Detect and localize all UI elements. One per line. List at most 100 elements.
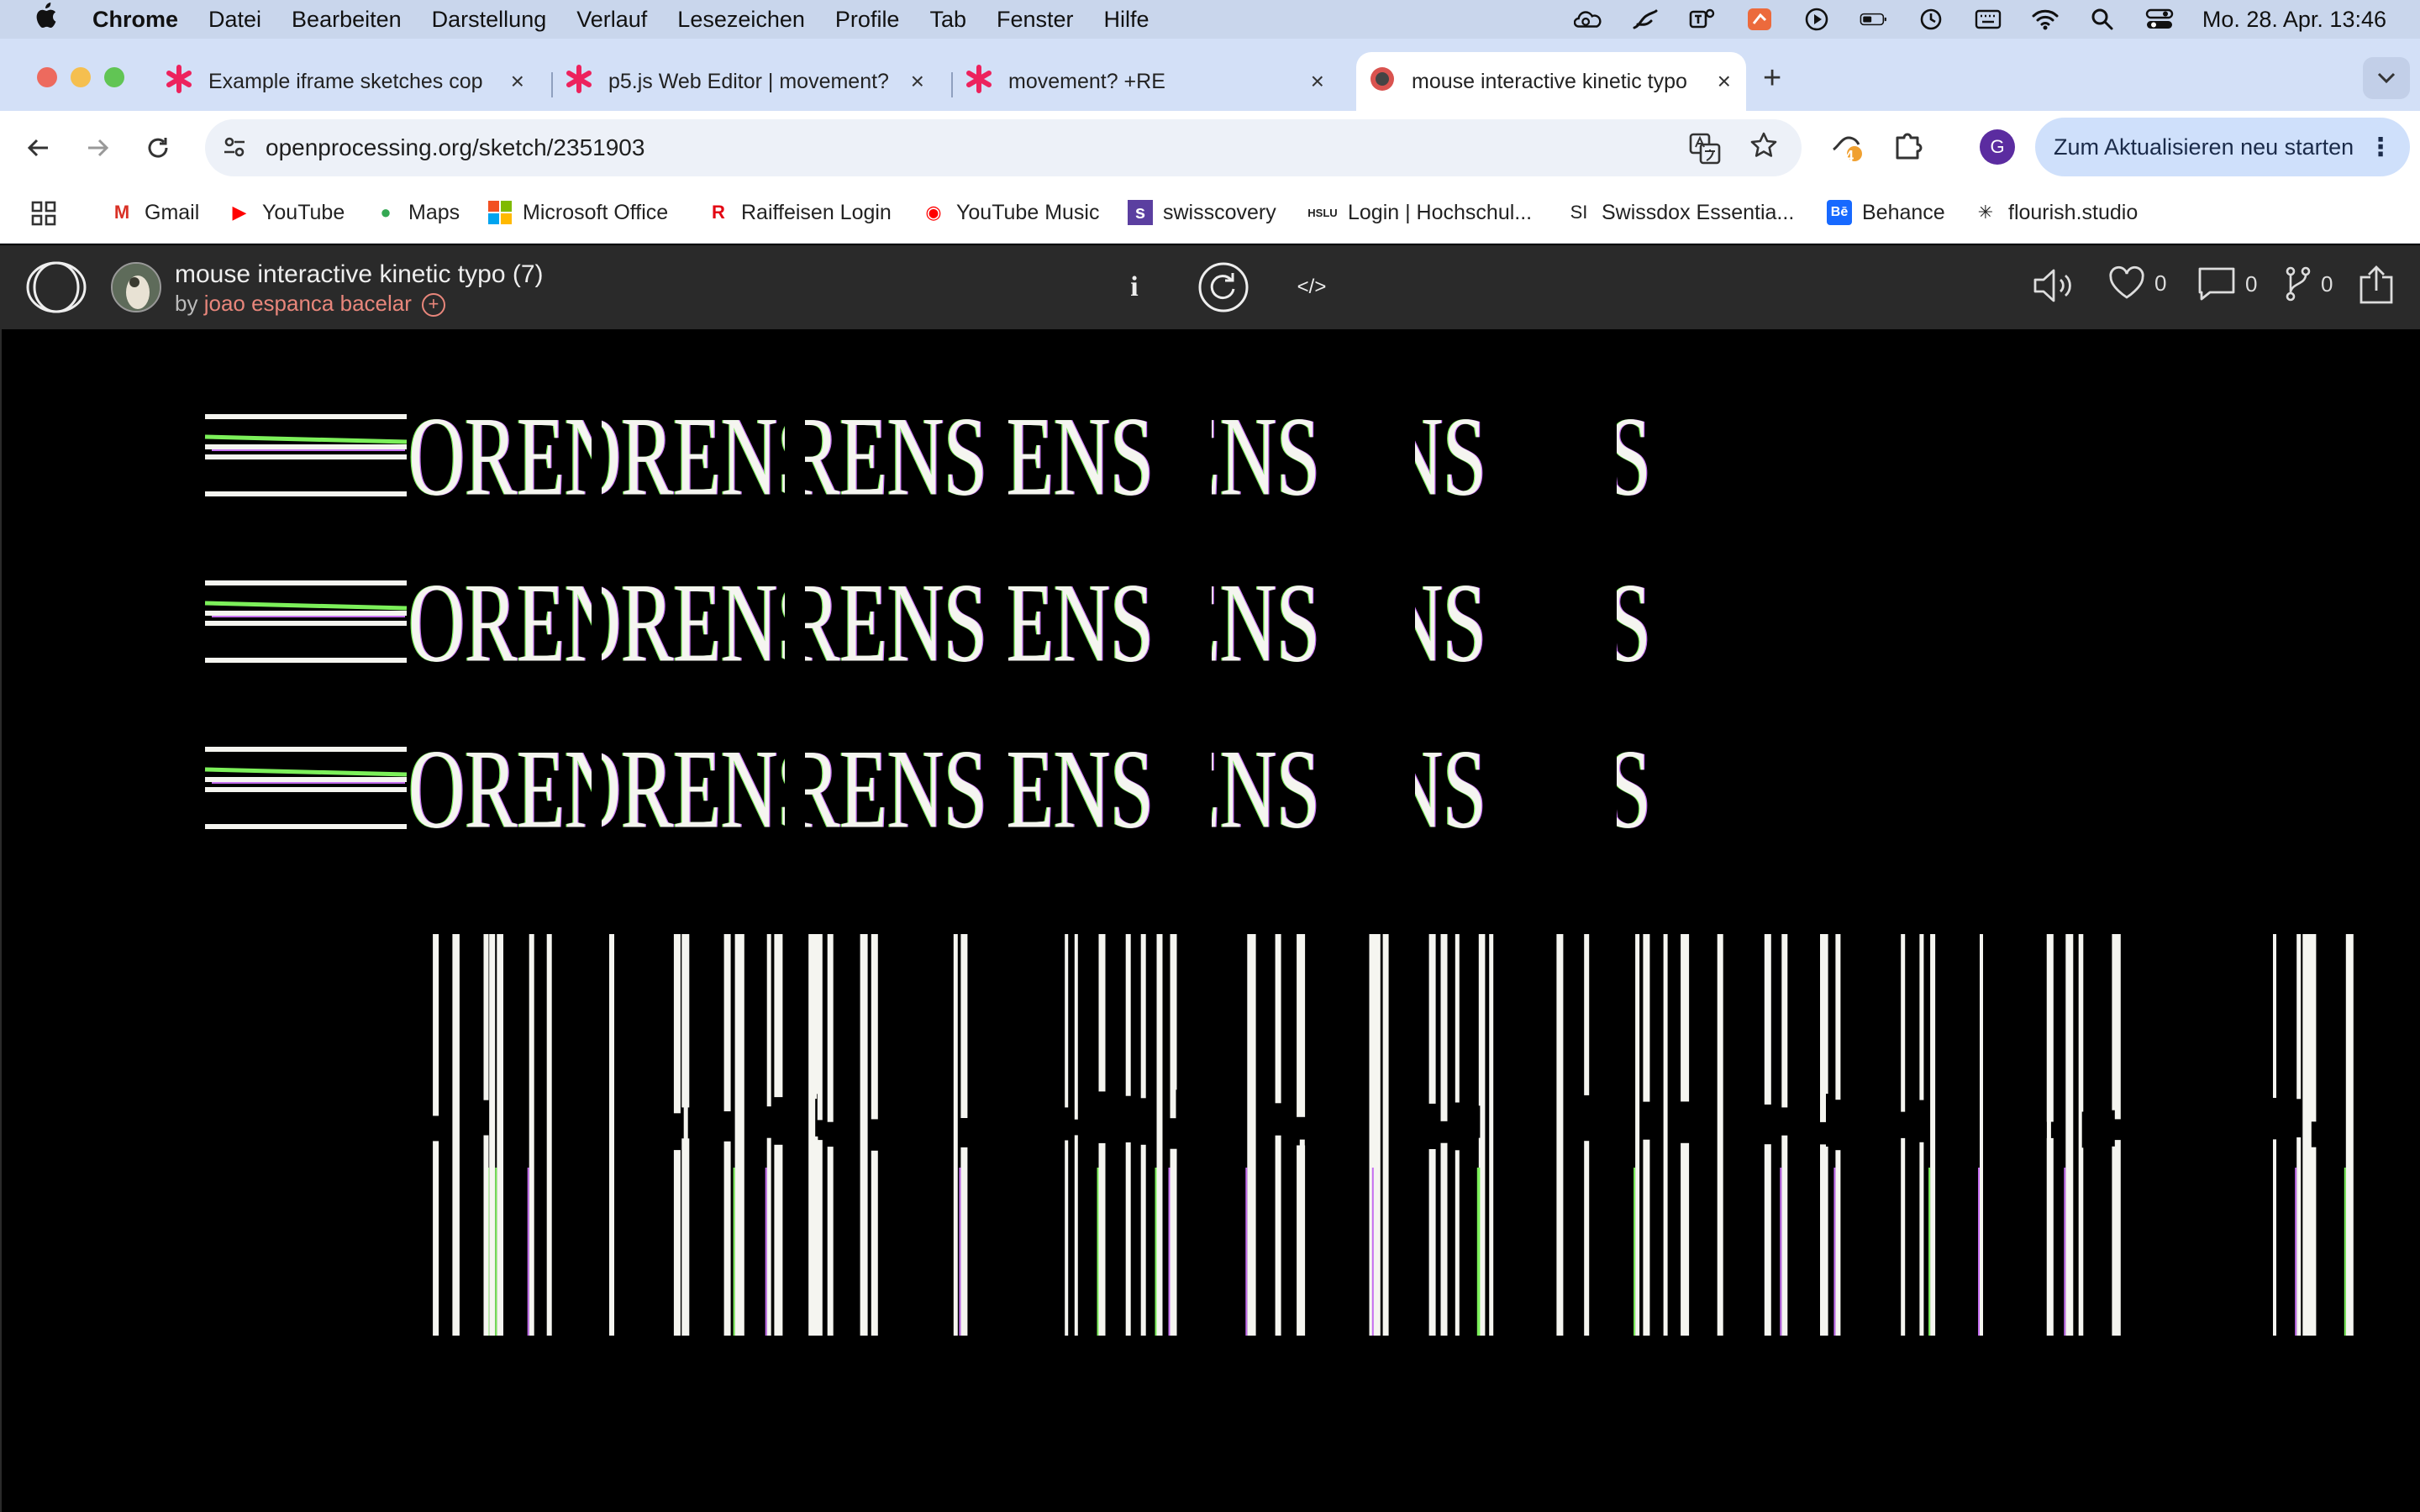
creative-cloud-icon[interactable] [1573,7,1602,32]
control-center-icon[interactable] [2145,7,2174,32]
window-close-button[interactable] [37,67,57,87]
like-button[interactable]: 0 [2107,265,2166,301]
author-link[interactable]: joao espanca bacelar [204,291,412,316]
wifi-icon[interactable] [2031,7,2060,32]
new-tab-button[interactable]: + [1763,60,1781,97]
menu-lesezeichen[interactable]: Lesezeichen [677,7,805,33]
url-host: openprocessing.org [266,134,472,160]
menu-verlauf[interactable]: Verlauf [576,7,647,33]
tab-close-icon[interactable]: × [1311,68,1324,95]
menu-darstellung[interactable]: Darstellung [432,7,547,33]
forward-button[interactable] [79,129,116,166]
bookmark-flourish[interactable]: ✳ flourish.studio [1973,200,2138,225]
teams-icon[interactable] [1688,7,1717,32]
author-avatar[interactable] [111,262,161,312]
menu-app-name[interactable]: Chrome [92,7,178,33]
apps-grid-icon[interactable] [30,200,57,227]
browser-tab-strip: Example iframe sketches cop × p5.js Web … [0,39,2420,111]
bookmarks-bar: M Gmail ▶ YouTube ● Maps Microsoft Office R… [0,185,2420,244]
time-machine-icon[interactable] [1917,7,1945,32]
tab-close-icon[interactable]: × [911,68,924,95]
reload-button[interactable] [139,129,176,166]
arrow-right-icon [88,139,109,157]
extensions-puzzle-icon[interactable] [1891,128,1924,165]
bookmark-maps[interactable]: ● Maps [373,200,460,225]
heart-icon [2109,265,2144,299]
menubar-clock[interactable]: Mo. 28. Apr. 13:46 [2202,7,2386,33]
bookmark-swissdox[interactable]: SI Swissdox Essentia... [1566,200,1795,225]
browser-toolbar: openprocessing.org/sketch/2351903 4 G Zu… [0,111,2420,185]
tab-mouse-interactive-active[interactable]: mouse interactive kinetic typo × [1356,52,1746,111]
bookmark-microsoft-office[interactable]: Microsoft Office [487,200,668,225]
stretched-glyph-stripes [1820,934,1983,1336]
menu-profile[interactable]: Profile [835,7,900,33]
tab-close-icon[interactable]: × [1718,68,1731,95]
keyboard-icon[interactable] [1974,7,2002,32]
flourish-asterisk-icon: ✳ [1977,202,1994,223]
stretched-glyph-stripes [1245,934,1389,1336]
restart-to-update-button[interactable]: Zum Aktualisieren neu starten ⋮ [2035,118,2410,176]
bookmark-label: Behance [1862,200,1945,224]
site-settings-icon[interactable] [222,134,247,164]
sketch-canvas[interactable]: ORENSORENSORENSORENSORENSORENSORENSORENS… [0,329,2420,1512]
restart-icon [1198,262,1249,312]
share-button[interactable] [2358,265,2395,304]
swissdox-icon: SI [1570,202,1588,223]
restart-sketch-button[interactable] [1197,260,1250,314]
stretched-glyph-stripes [2273,934,2354,1336]
tab-close-icon[interactable]: × [511,68,524,95]
bookmark-gmail[interactable]: M Gmail [109,200,199,225]
kinetic-word-cell: ORENS [2220,573,2403,674]
kinetic-word-cell: ORENS [805,573,988,674]
comments-button[interactable]: 0 [2196,265,2257,302]
info-button[interactable]: i [1118,260,1151,314]
tab-p5js-editor[interactable]: p5.js Web Editor | movement? × [565,52,939,111]
bookmark-youtube-music[interactable]: ◉ YouTube Music [921,200,1099,225]
pen-tool-icon[interactable] [1631,7,1660,32]
back-button[interactable] [20,129,57,166]
app-indicator-icon[interactable] [1745,7,1774,32]
window-zoom-button[interactable] [104,67,124,87]
translate-icon[interactable] [1689,133,1721,169]
bookmark-hslu-login[interactable]: HSLU Login | Hochschul... [1307,200,1532,225]
menu-bearbeiten[interactable]: Bearbeiten [292,7,402,33]
sound-toggle[interactable] [2032,265,2079,306]
bookmark-youtube[interactable]: ▶ YouTube [227,200,345,225]
kinetic-word-cell: ORENS [602,407,785,507]
spotlight-search-icon[interactable] [2088,7,2117,32]
url-path: /sketch/2351903 [471,134,645,160]
comment-count: 0 [2245,270,2258,297]
menu-hilfe[interactable]: Hilfe [1104,7,1150,33]
bookmark-raiffeisen[interactable]: R Raiffeisen Login [706,200,892,225]
tab-movement-re[interactable]: movement? +RE × [965,52,1339,111]
tab-example-iframe[interactable]: Example iframe sketches cop × [165,52,539,111]
forks-button[interactable]: 0 [2284,265,2333,302]
apple-menu-icon[interactable] [34,2,67,37]
play-circle-icon[interactable] [1802,7,1831,32]
more-vert-icon[interactable]: ⋮ [2368,133,2393,162]
kinetic-word-cell: ORENS [1817,407,2000,507]
fork-count: 0 [2321,270,2333,297]
kinetic-word-cell: ORENS [1415,573,1598,674]
kinetic-word-text: ORENS [602,739,785,840]
openprocessing-logo-icon[interactable] [25,260,87,314]
menu-tab[interactable]: Tab [929,7,966,33]
url-text[interactable]: openprocessing.org/sketch/2351903 [266,134,644,161]
bookmark-star-icon[interactable] [1749,131,1778,167]
view-code-button[interactable]: </> [1292,260,1331,314]
bookmark-behance[interactable]: Bē Behance [1827,200,1945,225]
maps-pin-icon: ● [380,202,392,223]
menu-datei[interactable]: Datei [208,7,261,33]
comment-icon [2198,267,2235,301]
bookmark-swisscovery[interactable]: s swisscovery [1128,200,1276,225]
tab-search-button[interactable] [2363,57,2410,99]
window-minimize-button[interactable] [71,67,91,87]
kinetic-word-text: ORENS [1008,407,1154,507]
menu-fenster[interactable]: Fenster [997,7,1074,33]
follow-plus-icon[interactable]: + [421,293,445,318]
profile-avatar[interactable]: G [1980,129,2015,165]
kinetic-word-text: ORENS [805,573,987,674]
address-bar[interactable]: openprocessing.org/sketch/2351903 [205,119,1802,176]
stretched-glyph-stripes [433,934,552,1336]
battery-icon[interactable] [1860,7,1888,32]
